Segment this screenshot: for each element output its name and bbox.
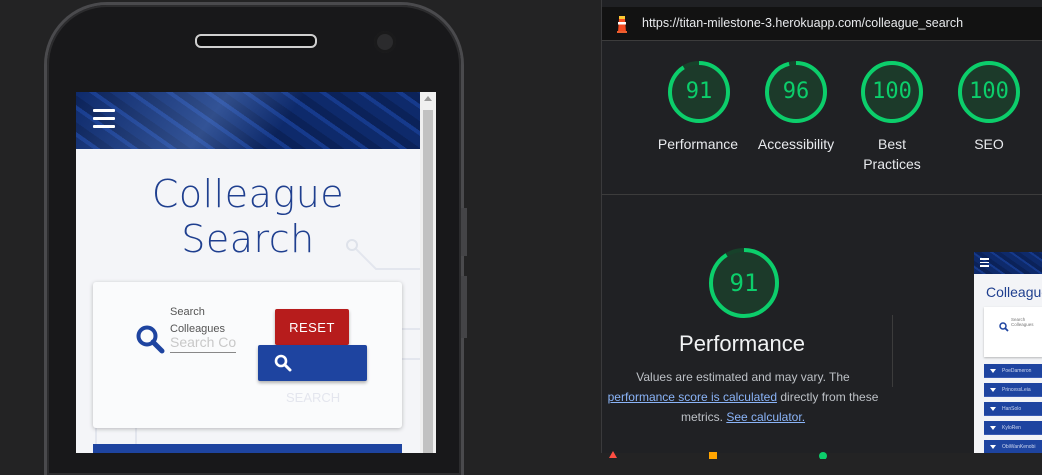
scrollbar[interactable] (420, 92, 436, 453)
gauge-best-practices[interactable]: 100 (860, 60, 924, 124)
thumbnail-search-label: Search Colleagues (1011, 317, 1034, 327)
performance-heading: Performance (679, 331, 805, 356)
vertical-divider (892, 315, 893, 387)
page-title-line1: Colleague (151, 172, 345, 216)
score-calculation-link[interactable]: performance score is calculated (608, 390, 777, 404)
score-legend (606, 446, 896, 460)
scrollbar-thumb[interactable] (423, 110, 433, 453)
gauge-label-best-practices: Best Practices (837, 134, 947, 174)
legend-markers (609, 451, 827, 460)
phone-power-button (461, 276, 467, 338)
reset-button[interactable]: RESET (275, 309, 349, 345)
hamburger-menu-icon[interactable] (93, 109, 115, 129)
thumbnail-row: KyloRen (984, 421, 1042, 435)
gauge-label-performance: Performance (657, 136, 739, 152)
lighthouse-logo-icon (617, 16, 627, 33)
gauge-label-accessibility: Accessibility (757, 136, 835, 152)
gauge-performance[interactable]: 91 (667, 60, 731, 124)
gauge-label-line1: Best (877, 136, 906, 152)
gauge-label-line2: Practices (863, 156, 921, 172)
thumbnail-search-card: Search Colleagues (984, 307, 1042, 357)
page-title: Colleague Search (76, 172, 420, 262)
thumbnail-search-icon (999, 322, 1009, 332)
gauge-score: 96 (782, 79, 810, 104)
desc-text: Values are estimated and may vary. The (636, 370, 850, 384)
search-button-icon (274, 354, 292, 372)
gauge-seo[interactable]: 100 (957, 60, 1021, 124)
gauge-score: 91 (685, 79, 713, 104)
report-url[interactable]: https://titan-milestone-3.herokuapp.com/… (642, 16, 963, 30)
site-header (76, 92, 420, 149)
thumbnail-row: ObiWanKenobi (984, 440, 1042, 453)
search-input[interactable] (170, 332, 236, 353)
performance-score: 91 (729, 269, 759, 297)
phone-screen: Colleague Search Search Colleagues RESET… (76, 92, 436, 453)
performance-description: Values are estimated and may vary. The p… (602, 367, 884, 427)
section-divider (602, 194, 1042, 195)
thumbnail-row: PrincessLeia (984, 383, 1042, 397)
thumbnail-title: Colleague (986, 284, 1042, 300)
scroll-up-arrow-icon[interactable] (424, 96, 432, 101)
gauge-score: 100 (969, 79, 1009, 104)
see-calculator-link[interactable]: See calculator. (726, 410, 805, 424)
page-title-line2: Search (181, 217, 315, 261)
search-label-line1: Search (170, 306, 205, 318)
gauge-label-seo: SEO (974, 136, 1004, 152)
search-button[interactable] (258, 345, 367, 381)
thumbnail-header (974, 252, 1042, 274)
thumbnail-row: HanSolo (984, 402, 1042, 416)
lighthouse-report: https://titan-milestone-3.herokuapp.com/… (601, 0, 1042, 460)
performance-gauge-large: 91 (707, 246, 781, 320)
page-screenshot-thumbnail[interactable]: Colleague Search Colleagues PoeDameron P… (974, 252, 1042, 453)
report-url-bar: https://titan-milestone-3.herokuapp.com/… (602, 7, 1042, 41)
search-icon (136, 325, 165, 354)
phone-camera (374, 31, 396, 53)
search-button-label: SEARCH (286, 390, 341, 405)
phone-volume-button (461, 208, 467, 256)
phone-speaker (195, 34, 317, 48)
search-card: Search Colleagues RESET SEARCH (93, 282, 402, 428)
results-list-top (93, 444, 402, 453)
gauge-accessibility[interactable]: 96 (764, 60, 828, 124)
thumbnail-row: PoeDameron (984, 364, 1042, 378)
gauge-score: 100 (872, 79, 912, 104)
